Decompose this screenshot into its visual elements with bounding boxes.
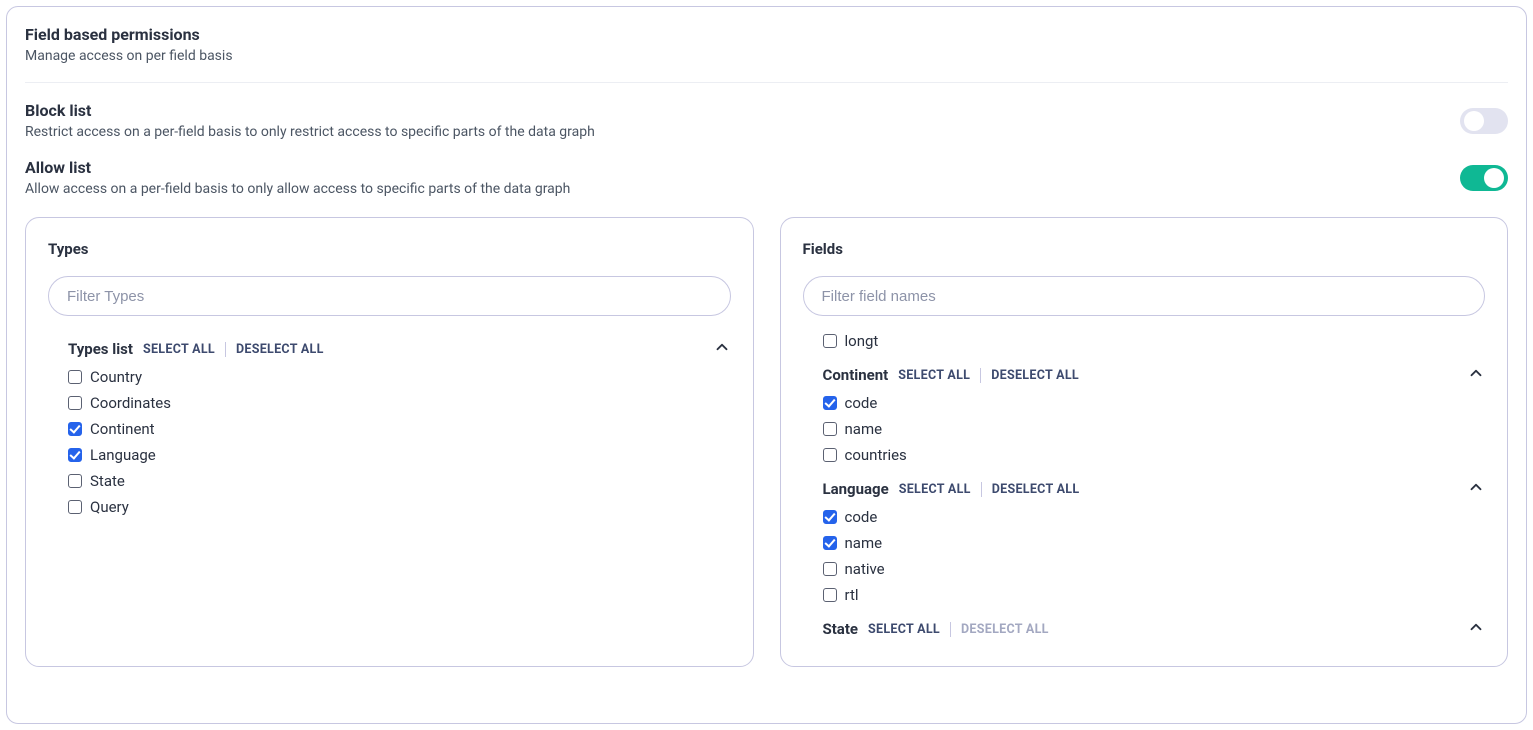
types-select-all-button[interactable]: SELECT ALL [143,342,215,357]
list-item: Continent [68,420,731,438]
item-label: Continent [90,420,155,438]
divider [981,482,982,497]
item-label: name [845,534,883,552]
types-scroll: Types list SELECT ALL DESELECT ALL Count… [48,324,731,644]
types-filter-input[interactable] [48,276,731,316]
checkbox[interactable] [823,396,837,410]
item-label: Country [90,368,142,386]
fields-scroll[interactable]: longt Continent SELECT ALL DESELECT ALL cod… [803,324,1486,644]
select-all-button[interactable]: SELECT ALL [898,368,970,383]
list-item: Coordinates [68,394,731,412]
checkbox[interactable] [823,510,837,524]
block-list-title: Block list [25,101,1460,120]
field-group-head: State SELECT ALL DESELECT ALL [823,618,1486,640]
checkbox[interactable] [68,474,82,488]
deselect-all-button[interactable]: DESELECT ALL [991,368,1079,383]
fields-panel-title: Fields [803,240,1486,258]
block-list-toggle[interactable] [1460,108,1508,134]
field-group-head: Continent SELECT ALL DESELECT ALL [823,364,1486,386]
types-group-label: Types list [68,340,133,358]
checkbox[interactable] [823,448,837,462]
select-all-button[interactable]: SELECT ALL [868,622,940,637]
deselect-all-button[interactable]: DESELECT ALL [961,622,1049,637]
allow-list-title: Allow list [25,158,1460,177]
item-label: countries [845,446,907,464]
checkbox[interactable] [68,422,82,436]
item-label: code [845,394,878,412]
permissions-panel: Field based permissions Manage access on… [6,6,1527,724]
types-panel: Types Types list SELECT ALL DESELECT ALL… [25,217,754,667]
item-label: Query [90,498,129,516]
item-label: name [845,420,883,438]
checkbox[interactable] [823,422,837,436]
divider [950,622,951,637]
block-list-row: Block list Restrict access on a per-fiel… [25,97,1508,144]
item-label: rtl [845,586,859,604]
item-label: native [845,560,885,578]
block-list-desc: Restrict access on a per-field basis to … [25,124,1460,140]
field-group-name: State [823,620,859,638]
list-item: State [68,472,731,490]
chevron-up-icon[interactable] [713,338,731,360]
checkbox[interactable] [823,334,837,348]
checkbox[interactable] [823,562,837,576]
allow-list-row: Allow list Allow access on a per-field b… [25,154,1508,201]
list-item: code [823,508,1486,526]
list-item: countries [823,446,1486,464]
chevron-up-icon[interactable] [1467,618,1485,640]
deselect-all-button[interactable]: DESELECT ALL [992,482,1080,497]
field-group-name: Language [823,480,889,498]
item-label: State [90,472,125,490]
select-all-button[interactable]: SELECT ALL [899,482,971,497]
divider [25,82,1508,83]
checkbox[interactable] [68,448,82,462]
item-label: longt [845,332,879,350]
field-group-name: Continent [823,366,889,384]
list-item: rtl [823,586,1486,604]
checkbox[interactable] [68,370,82,384]
list-item: code [823,394,1486,412]
list-item: name [823,534,1486,552]
allow-list-toggle[interactable] [1460,165,1508,191]
field-group-head: Language SELECT ALL DESELECT ALL [823,478,1486,500]
divider [980,368,981,383]
list-item: longt [823,332,1486,350]
item-label: code [845,508,878,526]
item-label: Language [90,446,156,464]
fields-filter-input[interactable] [803,276,1486,316]
types-group-head: Types list SELECT ALL DESELECT ALL [68,338,731,360]
types-deselect-all-button[interactable]: DESELECT ALL [236,342,324,357]
list-item: native [823,560,1486,578]
divider [225,342,226,357]
page-title: Field based permissions [25,25,1508,44]
allow-list-desc: Allow access on a per-field basis to onl… [25,181,1460,197]
checkbox[interactable] [823,536,837,550]
item-label: Coordinates [90,394,171,412]
chevron-up-icon[interactable] [1467,478,1485,500]
page-subtitle: Manage access on per field basis [25,48,1508,64]
list-item: name [823,420,1486,438]
list-item: Country [68,368,731,386]
checkbox[interactable] [823,588,837,602]
chevron-up-icon[interactable] [1467,364,1485,386]
types-panel-title: Types [48,240,731,258]
list-item: Query [68,498,731,516]
list-item: Language [68,446,731,464]
checkbox[interactable] [68,396,82,410]
checkbox[interactable] [68,500,82,514]
fields-panel: Fields longt Continent SELECT ALL DESELECT… [780,217,1509,667]
